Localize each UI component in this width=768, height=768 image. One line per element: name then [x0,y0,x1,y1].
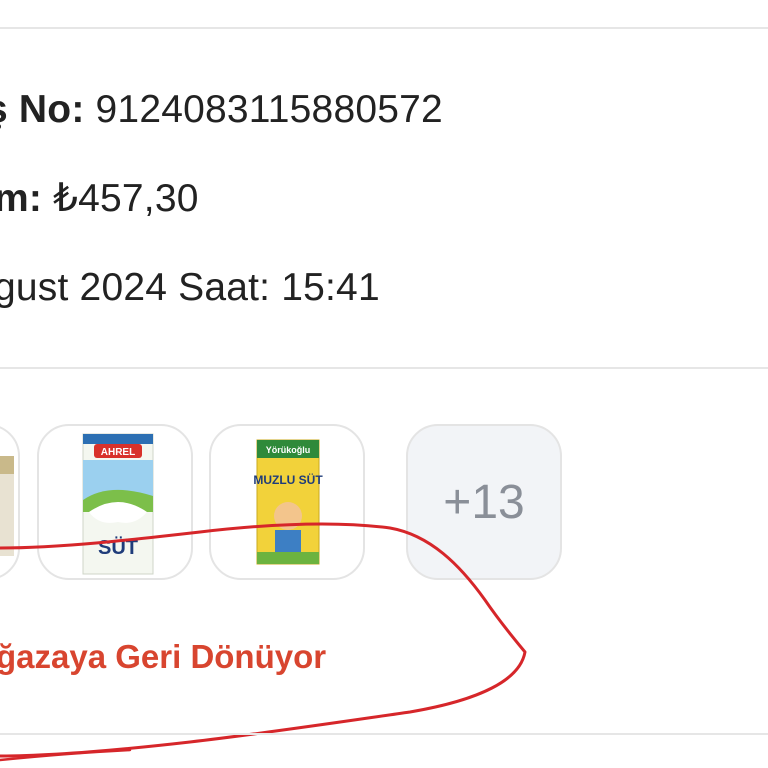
product-thumbnail[interactable]: AHREL SÜT [37,424,193,580]
order-total-row: m: ₺457,30 [0,176,199,221]
carton-label-text: SÜT [98,536,138,559]
middle-divider [0,367,768,369]
product-thumbnail[interactable]: Yörükoğlu MUZLU SÜT [209,424,365,580]
carton-label-text: MUZLU SÜT [253,472,323,487]
product-thumbnail[interactable] [0,424,20,580]
order-date-row: gust 2024 Saat: 15:41 [0,266,380,310]
order-status-text: ğazaya Geri Dönüyor [0,638,327,675]
carton-brand-text: Yörükoğlu [266,445,311,455]
order-number-row: ş No: 9124083115880572 [0,88,443,132]
milk-carton-image: AHREL SÜT [82,433,154,575]
bottom-divider [0,733,768,735]
carton-brand-text: AHREL [101,447,135,458]
top-divider [0,27,768,29]
order-detail-page: ş No: 9124083115880572 m: ₺457,30 gust 2… [0,0,768,768]
product-image [0,456,14,556]
order-number-value: 9124083115880572 [95,88,443,131]
order-total-value: ₺457,30 [53,177,199,220]
order-total-label: m: [0,177,43,220]
more-products-button[interactable]: +13 [406,424,562,580]
banana-milk-carton-image: Yörükoğlu MUZLU SÜT [253,439,323,565]
order-date-text: gust 2024 Saat: 15:41 [0,266,380,309]
order-number-label: ş No: [0,88,85,131]
